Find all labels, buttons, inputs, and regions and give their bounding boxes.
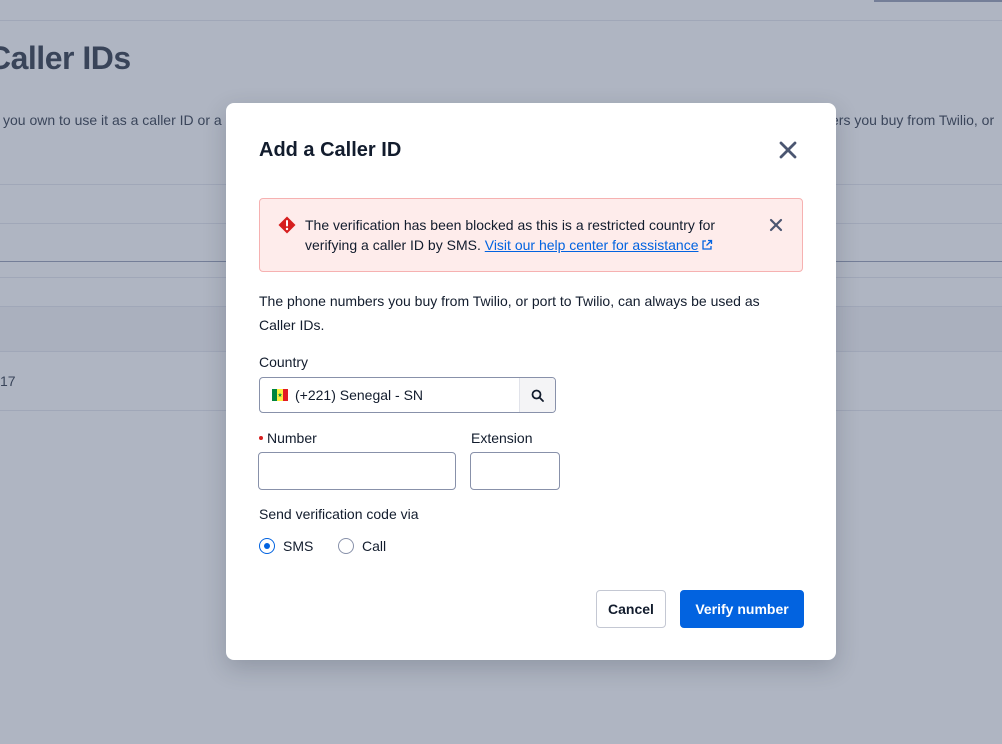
error-icon	[278, 216, 296, 234]
dismiss-alert-button[interactable]	[768, 217, 784, 233]
number-label: Number	[259, 430, 317, 446]
cancel-button[interactable]: Cancel	[596, 590, 666, 628]
sms-radio[interactable]: SMS	[259, 538, 313, 554]
close-icon	[779, 141, 797, 159]
sms-radio-label: SMS	[283, 538, 314, 554]
close-icon	[769, 218, 783, 232]
number-label-text: Number	[267, 430, 317, 446]
close-modal-button[interactable]	[775, 137, 801, 163]
extension-input[interactable]	[470, 452, 560, 490]
call-radio-circle[interactable]	[338, 538, 354, 554]
external-link-icon	[702, 239, 713, 250]
call-radio-label: Call	[362, 538, 387, 554]
extension-label: Extension	[471, 430, 533, 446]
country-search-button[interactable]	[519, 378, 555, 412]
country-combobox[interactable]: (+221) Senegal - SN	[259, 377, 556, 413]
send-via-label: Send verification code via	[259, 506, 419, 522]
verify-number-button[interactable]: Verify number	[680, 590, 804, 628]
help-center-link-text: Visit our help center for assistance	[484, 237, 699, 253]
alert-message-block: The verification has been blocked as thi…	[305, 215, 755, 255]
country-label: Country	[259, 354, 309, 370]
required-indicator	[259, 436, 263, 440]
country-value: (+221) Senegal - SN	[295, 387, 424, 403]
search-icon	[531, 389, 544, 402]
add-caller-id-modal: Add a Caller ID The verification has bee…	[226, 103, 836, 660]
number-input[interactable]	[258, 452, 456, 490]
sms-radio-circle[interactable]	[259, 538, 275, 554]
modal-title: Add a Caller ID	[259, 139, 402, 161]
error-alert: The verification has been blocked as thi…	[259, 198, 803, 272]
senegal-flag-icon	[272, 389, 288, 401]
modal-description: The phone numbers you buy from Twilio, o…	[259, 293, 760, 333]
help-center-link[interactable]: Visit our help center for assistance	[485, 237, 714, 253]
call-radio[interactable]: Call	[338, 538, 386, 554]
